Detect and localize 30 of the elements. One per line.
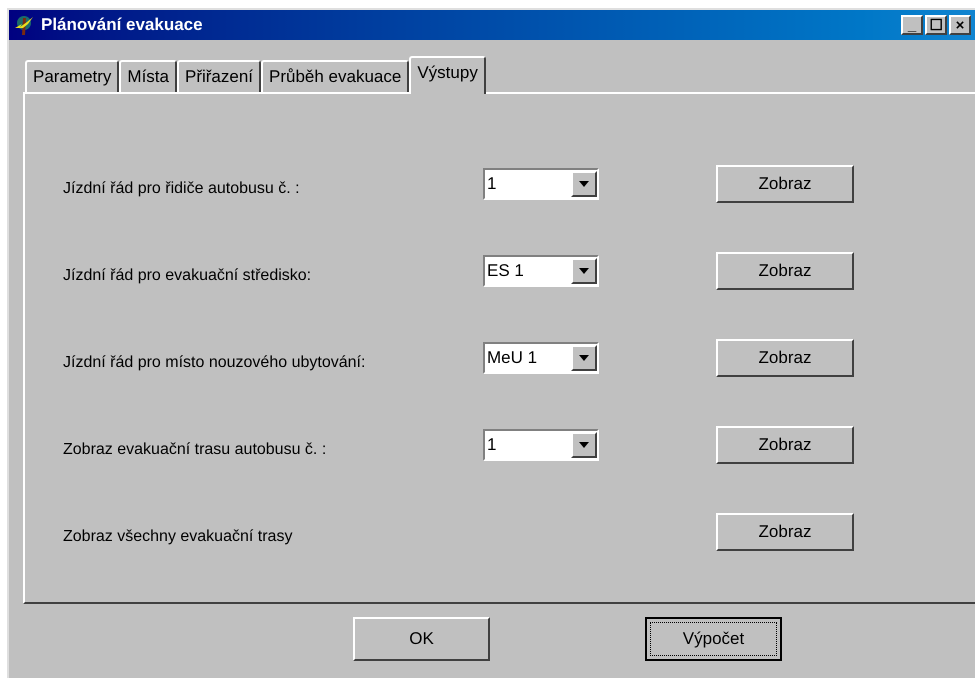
minimize-button[interactable]: _ <box>901 15 923 35</box>
dropdown[interactable]: MeU 1 <box>483 342 599 374</box>
dropdown[interactable]: ES 1 <box>483 254 599 286</box>
show-button[interactable]: Zobraz <box>716 164 854 202</box>
row-label: Jízdní řád pro místo nouzového ubytování: <box>63 352 366 372</box>
row-label: Zobraz všechny evakuační trasy <box>63 526 294 546</box>
show-button[interactable]: Zobraz <box>716 426 854 464</box>
row-label: Jízdní řád pro evakuační středisko: <box>63 266 312 286</box>
tab[interactable]: Parametry <box>25 60 120 92</box>
maximize-button[interactable]: ☐ <box>925 15 947 35</box>
tab[interactable]: Výstupy <box>409 56 486 94</box>
tab[interactable]: Průběh evakuace <box>261 60 410 92</box>
close-button[interactable]: × <box>949 15 971 35</box>
dropdown[interactable]: 1 <box>483 168 599 200</box>
show-button[interactable]: Zobraz <box>716 338 854 376</box>
window-title: Plánování evakuace <box>41 14 203 36</box>
tab[interactable]: Přiřazení <box>176 60 262 92</box>
row-label: Zobraz evakuační trasu autobusu č. : <box>63 440 328 460</box>
show-button[interactable]: Zobraz <box>716 252 854 290</box>
app-icon <box>13 14 35 36</box>
dialog-button[interactable]: Výpočet <box>645 617 782 661</box>
caret-icon <box>579 442 589 448</box>
dialog-button[interactable]: OK <box>353 617 490 661</box>
show-button[interactable]: Zobraz <box>716 512 854 550</box>
row-label: Jízdní řád pro řidiče autobusu č. : <box>63 178 301 198</box>
caret-icon <box>579 354 589 360</box>
caret-icon <box>579 180 589 186</box>
tab[interactable]: Místa <box>119 60 177 92</box>
caret-icon <box>579 268 589 274</box>
dropdown[interactable]: 1 <box>483 428 599 460</box>
